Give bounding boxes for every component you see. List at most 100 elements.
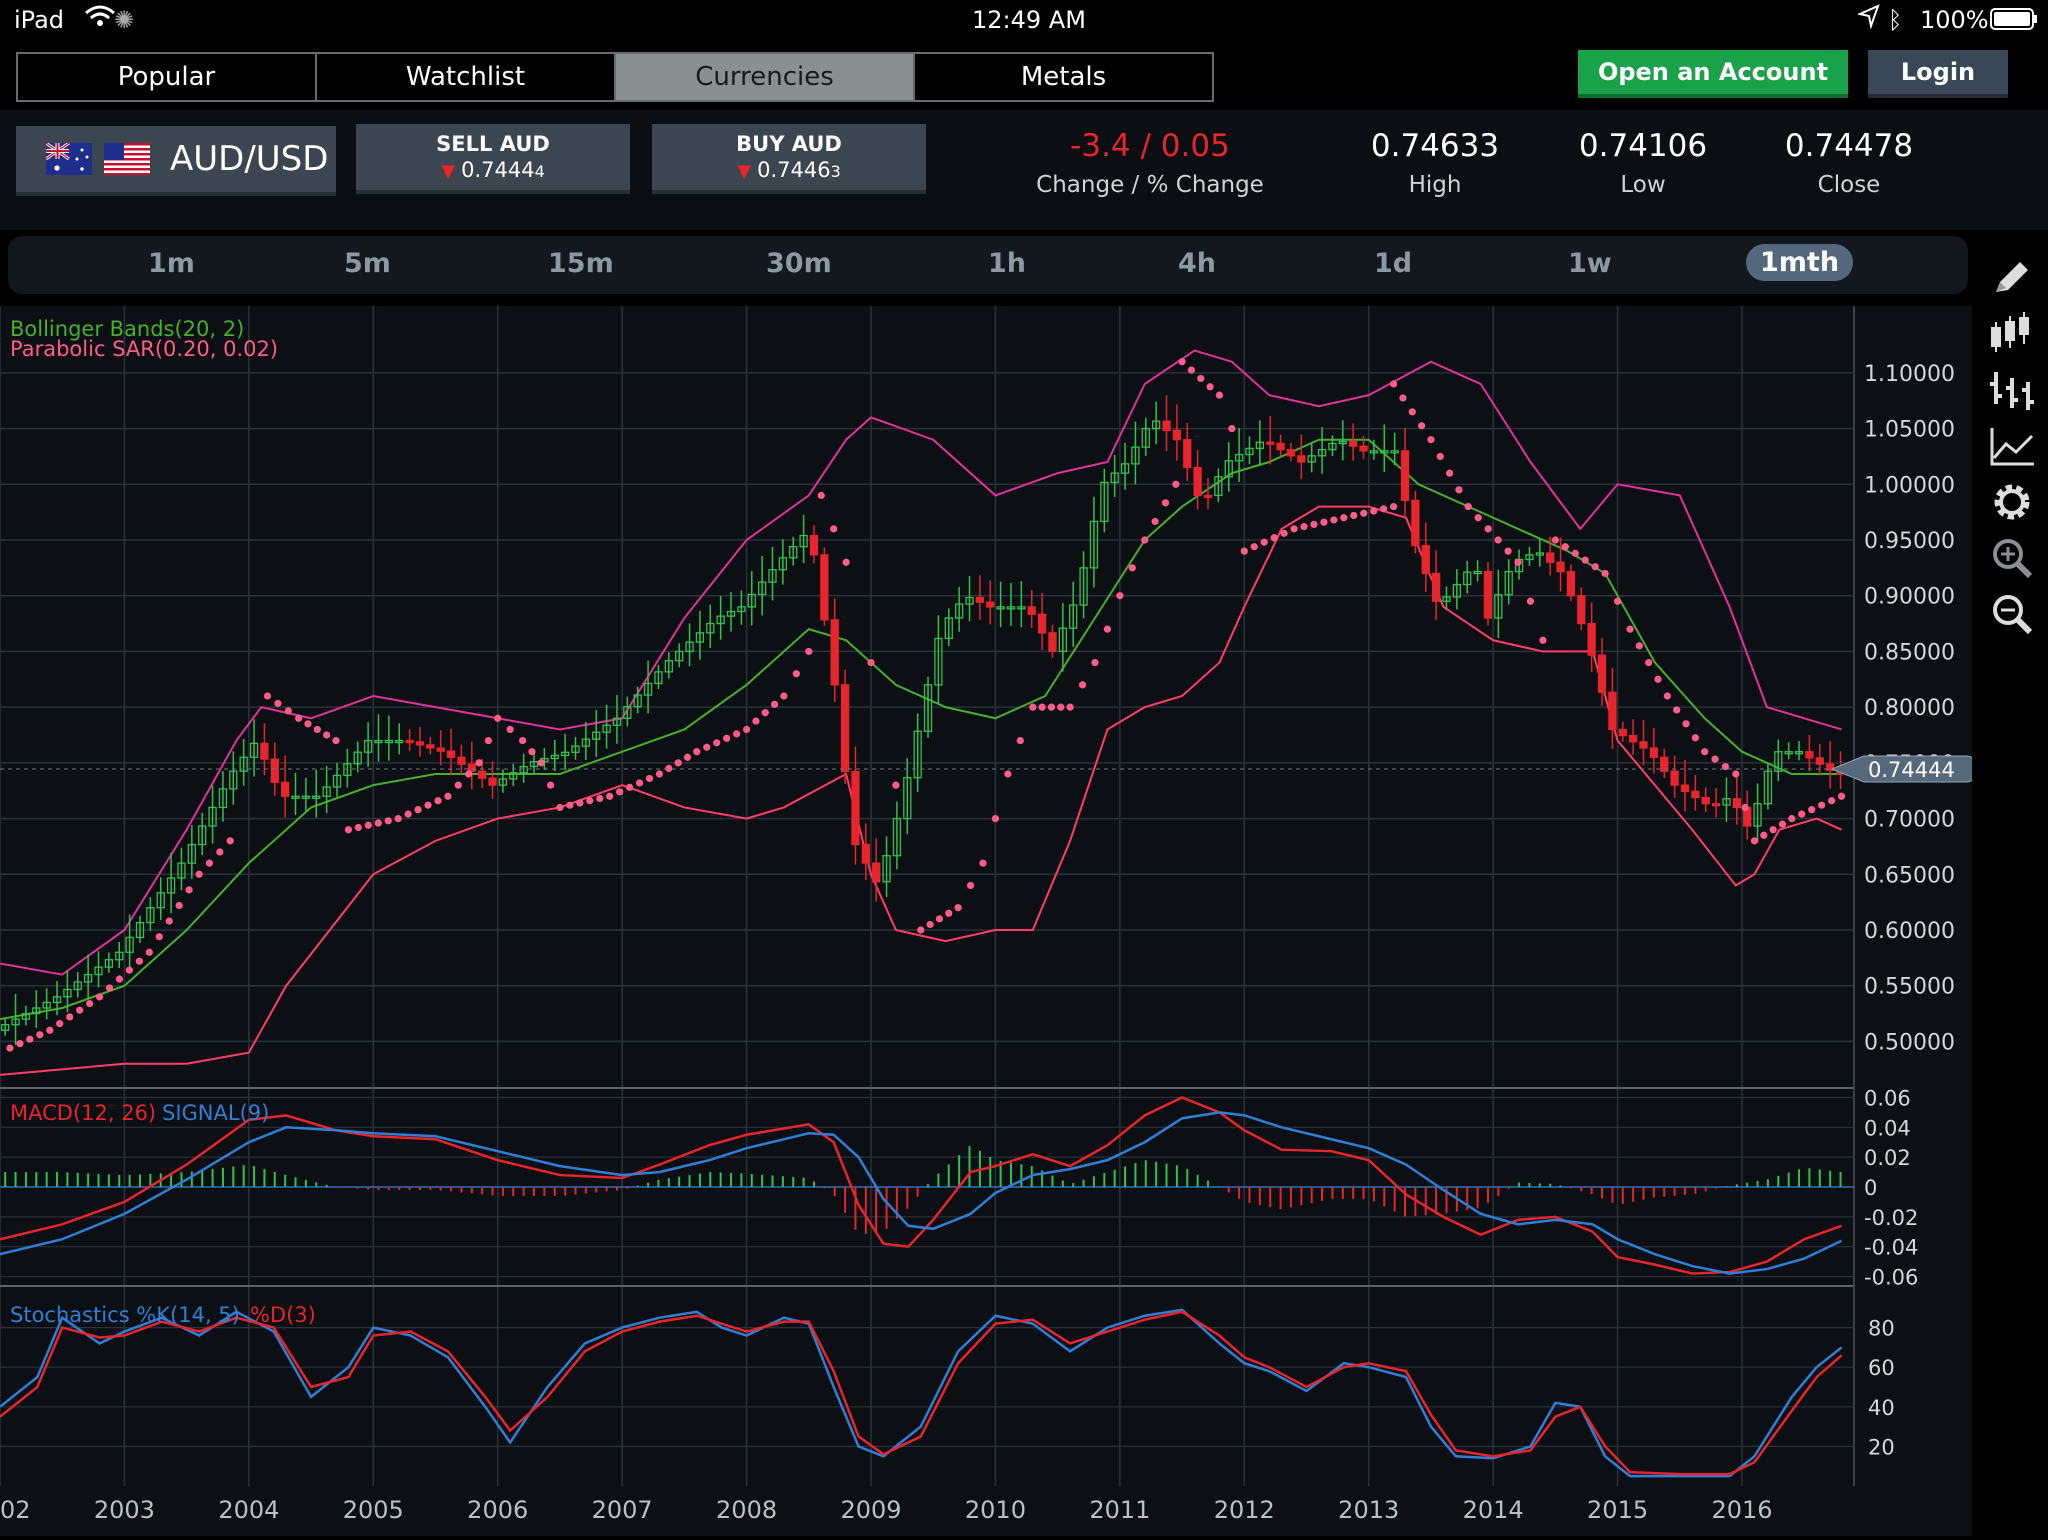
sar-dot [1038, 703, 1046, 711]
sar-dot [1455, 486, 1463, 494]
sar-dot [1380, 505, 1388, 513]
sar-dot [1769, 826, 1777, 834]
sar-dot [295, 714, 303, 722]
login-button[interactable]: Login [1868, 50, 2008, 98]
sar-dot [274, 699, 282, 708]
sar-dot [115, 975, 124, 983]
sar-dot [284, 707, 292, 715]
open-account-button[interactable]: Open an Account [1578, 50, 1848, 98]
sar-dot [1350, 511, 1358, 520]
price-chart[interactable]: 2002 2003 2004 2005 2006 2007 2008 2009 2010 2011… [0, 306, 1975, 1536]
sar-dot [1504, 547, 1512, 555]
candle-down [260, 742, 269, 760]
chart-area[interactable]: 2002 2003 2004 2005 2006 2007 2008 2009 2010 2011… [0, 306, 1975, 1536]
sar-dot [1561, 543, 1569, 551]
stoch-k-line [0, 1308, 1843, 1478]
sar-dot [576, 799, 584, 807]
candle-down [861, 843, 870, 864]
timeframe-4h[interactable]: 4h [1178, 248, 1216, 279]
sar-dot [665, 764, 673, 773]
candle-down [809, 534, 819, 556]
sar-dot [263, 692, 272, 700]
sar-dot [867, 658, 875, 667]
sar-dot [1206, 383, 1214, 391]
buy-button[interactable]: BUY AUD ▼ 0.74463 [652, 124, 926, 194]
candle-down [820, 554, 829, 621]
sar-dot [1701, 748, 1709, 756]
sar-dot [434, 797, 442, 805]
wifi-icon [82, 4, 118, 36]
sar-dot [155, 933, 163, 941]
change-label: Change / % Change [1036, 172, 1264, 198]
tab-watchlist[interactable]: Watchlist [317, 54, 616, 100]
sar-dot [16, 1040, 24, 1048]
timeframe-1m[interactable]: 1m [148, 248, 195, 279]
sar-dot [1290, 525, 1298, 533]
tab-metals[interactable]: Metals [915, 54, 1212, 100]
sar-dot [1172, 480, 1180, 488]
sar-dot [205, 859, 214, 867]
y-axis-label: 40 [1868, 1396, 1895, 1420]
bar-chart-icon[interactable] [1986, 364, 2038, 416]
sar-dot [125, 966, 134, 974]
sar-dot [917, 926, 925, 934]
sar-dot [528, 748, 536, 756]
sar-dot [703, 743, 711, 751]
sar-dot [1551, 536, 1559, 544]
sar-legend: Parabolic SAR(0.20, 0.02) [10, 337, 278, 361]
y-axis-label: 20 [1868, 1435, 1895, 1459]
stoch-d-legend: %D(3) [250, 1303, 316, 1327]
tab-currencies[interactable]: Currencies [616, 54, 915, 100]
y-axis-label: 0.60000 [1864, 919, 1955, 944]
close-stat: 0.74478 Close [1744, 128, 1954, 198]
timeframe-1w[interactable]: 1w [1568, 248, 1612, 279]
candle-down [415, 741, 425, 746]
x-axis-label: 2007 [592, 1496, 653, 1524]
candle-down [1027, 606, 1036, 615]
zoom-out-icon[interactable] [1986, 588, 2038, 640]
sar-dot [1818, 801, 1826, 809]
battery-level: 100% [1920, 6, 1989, 34]
candle-down [1162, 420, 1171, 432]
sar-dot [1778, 820, 1787, 828]
candle-down [872, 862, 881, 883]
bollinger-lower-line [0, 505, 1842, 1076]
pencil-icon[interactable] [1986, 252, 2038, 304]
sar-dot [364, 821, 372, 829]
timeframe-1d[interactable]: 1d [1374, 248, 1412, 279]
sar-dot [36, 1031, 44, 1039]
y-axis-label: 0.55000 [1864, 975, 1955, 1000]
timeframe-1h[interactable]: 1h [988, 248, 1026, 279]
sar-dot [1116, 592, 1124, 600]
timeframe-1mth[interactable]: 1mth [1746, 244, 1854, 281]
candle-down [1193, 466, 1202, 497]
timeframe-15m[interactable]: 15m [548, 248, 614, 279]
timeframe-5m[interactable]: 5m [344, 248, 391, 279]
line-chart-icon[interactable] [1986, 420, 2038, 472]
candle-down [1587, 622, 1596, 656]
instrument-selector[interactable]: AUD/USD [16, 126, 336, 196]
high-stat: 0.74633 High [1330, 128, 1540, 198]
sar-dot [1750, 837, 1759, 845]
candle-down [1608, 691, 1617, 731]
tab-popular[interactable]: Popular [18, 54, 317, 100]
candle-down [1183, 439, 1192, 469]
sar-dot [1645, 658, 1653, 667]
sar-dot [1526, 597, 1535, 605]
x-axis-label: 2015 [1587, 1496, 1648, 1524]
sar-dot [547, 781, 555, 789]
low-value: 0.74106 [1578, 128, 1708, 164]
zoom-in-icon[interactable] [1986, 532, 2038, 584]
sar-dot [1187, 366, 1196, 374]
sar-dot [1427, 436, 1435, 444]
candle-down [1556, 561, 1565, 573]
sell-button[interactable]: SELL AUD ▼ 0.74444 [356, 124, 630, 194]
sar-dot [945, 909, 953, 917]
sar-dot [1399, 394, 1407, 402]
gear-icon[interactable] [1986, 476, 2038, 528]
sar-dot [1091, 658, 1099, 667]
candlestick-icon[interactable] [1986, 308, 2038, 360]
y-axis-label: 0.06 [1864, 1086, 1911, 1110]
y-axis-label: 0.95000 [1864, 529, 1955, 554]
timeframe-30m[interactable]: 30m [766, 248, 832, 279]
